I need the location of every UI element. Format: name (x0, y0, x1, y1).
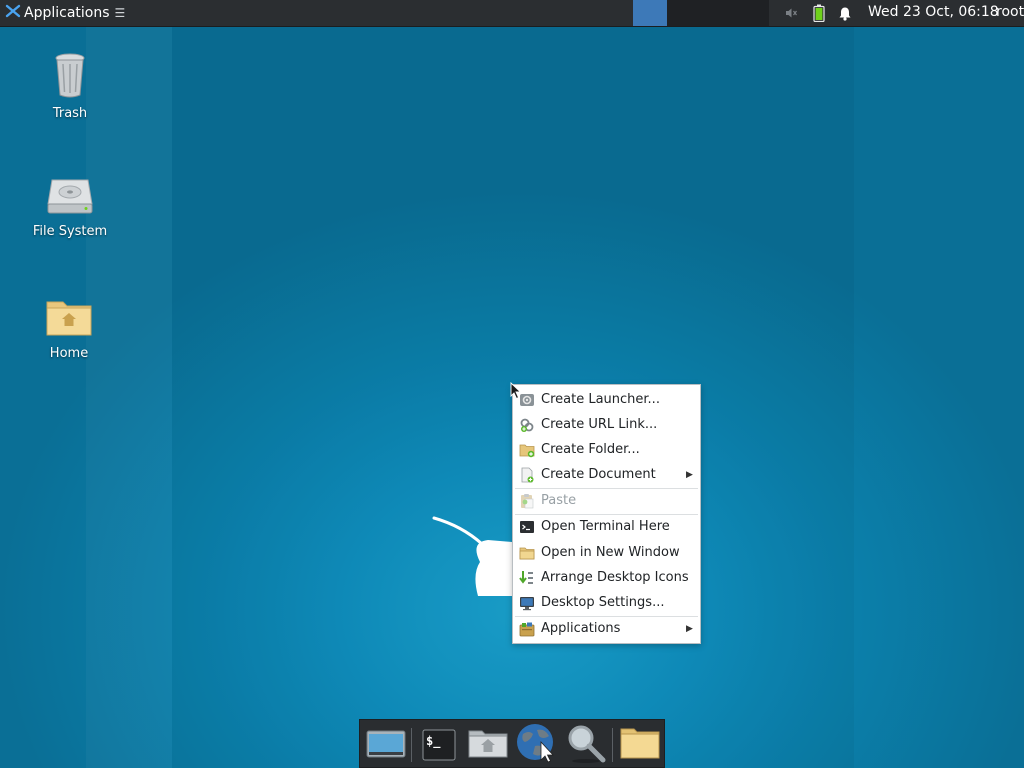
desktop-icon-home[interactable]: Home (14, 298, 124, 361)
applications-menu-button[interactable]: Applications ☰ (2, 0, 128, 26)
submenu-arrow-icon: ▶ (686, 623, 693, 634)
dock-search-button[interactable] (564, 724, 608, 766)
menu-item-create-folder[interactable]: Create Folder... (513, 437, 700, 462)
home-folder-icon (45, 298, 93, 342)
dock-separator (612, 728, 613, 762)
speaker-muted-icon[interactable] (782, 0, 800, 26)
menu-item-create-launcher[interactable]: Create Launcher... (513, 387, 700, 412)
desktop-icon-label: Home (49, 346, 89, 361)
applications-icon (513, 616, 541, 641)
search-icon (566, 723, 606, 767)
desktop-icon-label: Trash (52, 106, 88, 121)
desktop-icon-trash[interactable]: Trash (15, 52, 125, 121)
clock[interactable]: Wed 23 Oct, 06:18 (868, 0, 999, 26)
workspace-3[interactable] (701, 0, 735, 26)
menu-item-desktop-settings[interactable]: Desktop Settings... (513, 590, 700, 615)
menu-handle-icon: ☰ (114, 6, 126, 20)
workspace-4[interactable] (735, 0, 769, 26)
desktop-icon-file-system[interactable]: File System (15, 178, 125, 239)
show-desktop-icon (366, 727, 406, 763)
new-folder-icon (513, 437, 541, 462)
drive-icon (46, 178, 94, 220)
workspace-1[interactable] (633, 0, 667, 26)
dock-terminal-button[interactable]: $_ (418, 724, 460, 766)
top-panel: Applications ☰ Wed 23 Oct, 06:18 root (0, 0, 1024, 27)
menu-item-paste: Paste (513, 488, 700, 513)
dock-folder-button[interactable] (618, 724, 662, 766)
folder-icon (619, 726, 661, 764)
terminal-icon: $_ (422, 729, 456, 761)
monitor-icon (513, 590, 541, 615)
menu-item-open-in-new-window[interactable]: Open in New Window (513, 540, 700, 565)
menu-item-create-document[interactable]: Create Document ▶ (513, 462, 700, 487)
dock-web-browser-button[interactable] (514, 724, 560, 766)
bottom-dock: $_ (359, 719, 665, 768)
dock-file-manager-button[interactable] (466, 724, 510, 766)
applications-menu-label: Applications (24, 5, 110, 21)
paste-icon (513, 488, 541, 513)
trash-icon (50, 52, 90, 102)
arrange-icon (513, 565, 541, 590)
new-document-icon (513, 462, 541, 487)
file-manager-icon (467, 727, 509, 763)
xfce-logo-icon (5, 3, 21, 23)
desktop-icon-label: File System (32, 224, 108, 239)
wallpaper-band (86, 27, 172, 768)
bell-icon[interactable] (836, 0, 854, 26)
user-menu[interactable]: root (996, 0, 1024, 26)
menu-item-open-terminal-here[interactable]: Open Terminal Here (513, 514, 700, 539)
menu-item-applications[interactable]: Applications ▶ (513, 616, 700, 641)
web-browser-icon (515, 722, 559, 768)
mouse-pointer-icon (510, 381, 522, 404)
menu-item-create-url-link[interactable]: Create URL Link... (513, 412, 700, 437)
battery-icon[interactable] (810, 0, 828, 26)
dock-separator (411, 728, 412, 762)
submenu-arrow-icon: ▶ (686, 469, 693, 480)
link-icon (513, 412, 541, 437)
xfce-mouse-wallpaper-logo (432, 512, 522, 606)
desktop-context-menu: Create Launcher... Create URL Link... Cr… (512, 384, 701, 644)
folder-icon (513, 540, 541, 565)
menu-item-arrange-desktop-icons[interactable]: Arrange Desktop Icons (513, 565, 700, 590)
workspace-2[interactable] (667, 0, 701, 26)
terminal-icon (513, 514, 541, 539)
terminal-prompt-text: $_ (426, 734, 441, 748)
dock-show-desktop-button[interactable] (364, 724, 408, 766)
